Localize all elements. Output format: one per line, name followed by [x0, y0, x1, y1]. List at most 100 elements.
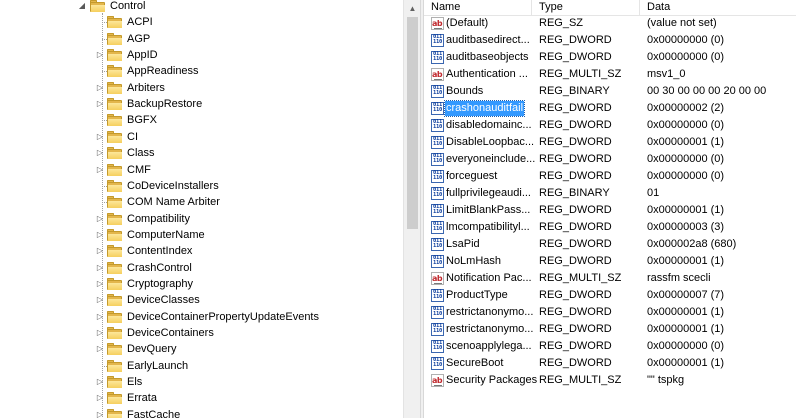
- tree-item[interactable]: ▷ ContentIndex: [0, 243, 403, 259]
- tree-item[interactable]: ▷ DeviceClasses: [0, 292, 403, 308]
- collapsed-arrow-icon[interactable]: ▷: [96, 295, 104, 305]
- column-header-type[interactable]: Type: [532, 0, 640, 16]
- collapsed-arrow-icon[interactable]: ▷: [96, 165, 104, 175]
- value-data: 0x000002a8 (680): [647, 238, 737, 250]
- tree-item[interactable]: ▷ ComputerName: [0, 227, 403, 243]
- value-data: 0x00000000 (0): [647, 170, 725, 182]
- tree-item[interactable]: AppReadiness: [0, 63, 403, 79]
- tree-item-label: COM Name Arbiter: [127, 196, 220, 209]
- collapsed-arrow-icon[interactable]: ▷: [96, 393, 104, 403]
- column-header-data[interactable]: Data: [640, 0, 796, 16]
- values-list-pane[interactable]: Name Type Data ab (Default) REG_SZ (value n…: [424, 0, 796, 418]
- value-row[interactable]: ab Security Packages REG_MULTI_SZ "" tspkg: [424, 372, 796, 389]
- value-row[interactable]: 011 110 SecureBoot REG_DWORD 0x00000001 (1): [424, 355, 796, 372]
- value-type: REG_DWORD: [539, 51, 612, 63]
- value-row[interactable]: 011 110 ProductType REG_DWORD 0x00000007 (7): [424, 287, 796, 304]
- folder-icon: [107, 228, 123, 242]
- tree-item[interactable]: ▷ BackupRestore: [0, 96, 403, 112]
- collapsed-arrow-icon[interactable]: ▷: [96, 230, 104, 240]
- value-name: scenoapplylega...: [446, 340, 532, 352]
- value-row[interactable]: 011 110 NoLmHash REG_DWORD 0x00000001 (1): [424, 253, 796, 270]
- value-row[interactable]: 011 110 crashonauditfail REG_DWORD 0x0000000…: [424, 100, 796, 117]
- tree-item[interactable]: ▷ FastCache: [0, 407, 403, 418]
- scrollbar-thumb[interactable]: [407, 17, 418, 229]
- collapsed-arrow-icon[interactable]: ▷: [96, 214, 104, 224]
- collapsed-arrow-icon[interactable]: ▷: [96, 377, 104, 387]
- tree-item[interactable]: ▷ Class: [0, 145, 403, 161]
- tree-item[interactable]: COM Name Arbiter: [0, 194, 403, 210]
- string-value-icon: ab: [431, 17, 444, 30]
- tree-item-control[interactable]: ◢ Control: [0, 0, 403, 14]
- tree-item[interactable]: ▷ Arbiters: [0, 80, 403, 96]
- tree-item[interactable]: ▷ CI: [0, 129, 403, 145]
- scroll-up-arrow-icon[interactable]: ▲: [404, 0, 421, 17]
- value-type: REG_DWORD: [539, 102, 612, 114]
- tree-item[interactable]: ▷ DeviceContainers: [0, 325, 403, 341]
- value-row[interactable]: ab Notification Pac... REG_MULTI_SZ rassfm …: [424, 270, 796, 287]
- value-row[interactable]: 011 110 forceguest REG_DWORD 0x00000000 (0): [424, 168, 796, 185]
- tree-item[interactable]: ▷ AppID: [0, 47, 403, 63]
- value-row[interactable]: 011 110 lmcompatibilityl... REG_DWORD 0x0000…: [424, 219, 796, 236]
- tree-item[interactable]: ▷ DeviceContainerPropertyUpdateEvents: [0, 309, 403, 325]
- folder-icon: [107, 16, 123, 29]
- tree-item[interactable]: ▷ Cryptography: [0, 276, 403, 292]
- tree-item[interactable]: ▷ Els: [0, 374, 403, 390]
- tree-item[interactable]: ▷ Errata: [0, 390, 403, 406]
- folder-icon: [107, 81, 123, 95]
- value-name: forceguest: [446, 170, 498, 182]
- value-data: 00 30 00 00 00 20 00 00: [647, 85, 767, 97]
- value-row[interactable]: 011 110 auditbaseobjects REG_DWORD 0x0000000…: [424, 49, 796, 66]
- value-row[interactable]: ab Authentication ... REG_MULTI_SZ msv1_0: [424, 66, 796, 83]
- collapsed-arrow-icon[interactable]: ▷: [96, 312, 104, 322]
- value-row[interactable]: 011 110 auditbasedirect... REG_DWORD 0x00000…: [424, 32, 796, 49]
- tree-item[interactable]: ▷ DevQuery: [0, 341, 403, 357]
- tree-item[interactable]: ▷ Compatibility: [0, 211, 403, 227]
- tree-item[interactable]: AGP: [0, 31, 403, 47]
- value-type: REG_SZ: [539, 17, 584, 29]
- value-row[interactable]: 011 110 fullprivilegeaudi... REG_BINARY 01: [424, 185, 796, 202]
- key-tree-pane[interactable]: ◢ Control ACPI AGP ▷ AppID AppReadiness ▷ Arbite…: [0, 0, 403, 418]
- tree-item[interactable]: ACPI: [0, 14, 403, 30]
- value-name: Security Packages: [446, 374, 538, 386]
- value-row[interactable]: 011 110 LimitBlankPass... REG_DWORD 0x000000…: [424, 202, 796, 219]
- value-name: (Default): [446, 17, 489, 29]
- folder-icon: [107, 392, 123, 405]
- collapsed-arrow-icon[interactable]: ▷: [96, 83, 104, 93]
- value-row[interactable]: 011 110 scenoapplylega... REG_DWORD 0x000000…: [424, 338, 796, 355]
- tree-item[interactable]: EarlyLaunch: [0, 358, 403, 374]
- expanded-arrow-icon[interactable]: ◢: [78, 1, 86, 11]
- value-name: LimitBlankPass...: [446, 204, 531, 216]
- tree-vertical-scrollbar[interactable]: ▲: [403, 0, 420, 418]
- tree-item-label: AGP: [127, 32, 151, 45]
- collapsed-arrow-icon[interactable]: ▷: [96, 410, 104, 418]
- tree-item[interactable]: BGFX: [0, 112, 403, 128]
- column-header-name[interactable]: Name: [424, 0, 532, 16]
- value-row[interactable]: 011 110 DisableLoopbac... REG_DWORD 0x000000…: [424, 134, 796, 151]
- collapsed-arrow-icon[interactable]: ▷: [96, 148, 104, 158]
- tree-item[interactable]: CoDeviceInstallers: [0, 178, 403, 194]
- value-row[interactable]: 011 110 Bounds REG_BINARY 00 30 00 00 00 20 …: [424, 83, 796, 100]
- collapsed-arrow-icon[interactable]: ▷: [96, 246, 104, 256]
- binary-value-icon: 011 110: [431, 221, 444, 234]
- value-row[interactable]: 011 110 everyoneinclude... REG_DWORD 0x00000…: [424, 151, 796, 168]
- value-row[interactable]: 011 110 LsaPid REG_DWORD 0x000002a8 (680): [424, 236, 796, 253]
- collapsed-arrow-icon[interactable]: ▷: [96, 328, 104, 338]
- tree-item-label: BackupRestore: [127, 98, 203, 111]
- collapsed-arrow-icon[interactable]: ▷: [96, 99, 104, 109]
- tree-item-label: ComputerName: [127, 228, 205, 241]
- value-type: REG_DWORD: [539, 136, 612, 148]
- value-data: (value not set): [647, 17, 717, 29]
- collapsed-arrow-icon[interactable]: ▷: [96, 50, 104, 60]
- tree-item[interactable]: ▷ CMF: [0, 162, 403, 178]
- value-type: REG_DWORD: [539, 119, 612, 131]
- value-type: REG_DWORD: [539, 221, 612, 233]
- collapsed-arrow-icon[interactable]: ▷: [96, 279, 104, 289]
- value-row[interactable]: ab (Default) REG_SZ (value not set): [424, 15, 796, 32]
- value-row[interactable]: 011 110 restrictanonymo... REG_DWORD 0x00000…: [424, 321, 796, 338]
- collapsed-arrow-icon[interactable]: ▷: [96, 344, 104, 354]
- collapsed-arrow-icon[interactable]: ▷: [96, 263, 104, 273]
- collapsed-arrow-icon[interactable]: ▷: [96, 132, 104, 142]
- value-row[interactable]: 011 110 restrictanonymo... REG_DWORD 0x00000…: [424, 304, 796, 321]
- value-row[interactable]: 011 110 disabledomainc... REG_DWORD 0x000000…: [424, 117, 796, 134]
- tree-item[interactable]: ▷ CrashControl: [0, 260, 403, 276]
